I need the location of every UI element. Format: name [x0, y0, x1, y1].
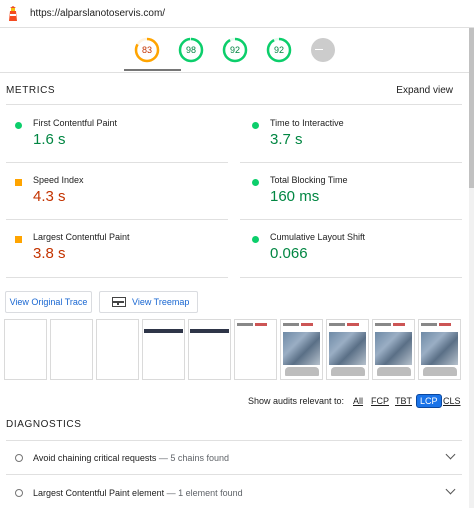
filmstrip-frame — [372, 319, 415, 380]
filmstrip-frame — [188, 319, 231, 380]
filmstrip-frame — [4, 319, 47, 380]
divider — [6, 162, 228, 163]
metric-label: Speed Index — [33, 175, 84, 185]
pwa-dash-icon — [315, 49, 323, 50]
pass-circle-icon — [252, 236, 259, 243]
view-treemap-button[interactable]: View Treemap — [99, 291, 198, 313]
filter-cls[interactable]: CLS — [443, 396, 461, 406]
filmstrip-frame — [96, 319, 139, 380]
metric-value: 160 ms — [270, 188, 320, 205]
filter-lcp[interactable]: LCP — [416, 394, 442, 408]
diagnostics-section-title: DIAGNOSTICS — [6, 419, 82, 430]
gauge-performance[interactable]: 83 — [133, 36, 161, 64]
gauge-seo[interactable]: 92 — [265, 36, 293, 64]
metric-value: 3.8 s — [33, 245, 66, 262]
lighthouse-icon — [6, 5, 20, 22]
audit-detail: — 5 chains found — [158, 453, 229, 463]
divider — [240, 162, 462, 163]
audit-lcp-element[interactable]: Largest Contentful Paint element — 1 ele… — [0, 480, 474, 508]
metric-label: Total Blocking Time — [270, 175, 348, 185]
gauge-accessibility[interactable]: 98 — [177, 36, 205, 64]
gauge-score: 83 — [141, 45, 152, 55]
gauge-score: 98 — [185, 45, 196, 55]
filter-label: Show audits relevant to: — [248, 396, 345, 406]
button-label: View Original Trace — [9, 297, 88, 307]
metric-value: 4.3 s — [33, 188, 66, 205]
metric-label: Cumulative Layout Shift — [270, 232, 366, 242]
audit-title-line: Largest Contentful Paint element — 1 ele… — [33, 488, 243, 498]
divider — [0, 72, 474, 73]
metric-label: First Contentful Paint — [33, 118, 118, 128]
filmstrip-frame — [50, 319, 93, 380]
gauge-score: 92 — [229, 45, 240, 55]
divider — [6, 277, 228, 278]
metrics-section-title: METRICS — [6, 85, 56, 96]
view-original-trace-button[interactable]: View Original Trace — [5, 291, 92, 313]
gauge-best-practices[interactable]: 92 — [221, 36, 249, 64]
filter-fcp[interactable]: FCP — [371, 396, 389, 406]
divider — [240, 277, 462, 278]
filmstrip-frame — [234, 319, 277, 380]
scrollbar[interactable] — [469, 28, 474, 508]
expand-view-toggle[interactable]: Expand view — [396, 85, 453, 96]
url-bar: https://alparslanotoservis.com/ — [0, 0, 474, 28]
metric-value: 1.6 s — [33, 131, 66, 148]
chevron-down-icon[interactable] — [445, 449, 456, 460]
page-url[interactable]: https://alparslanotoservis.com/ — [30, 8, 165, 19]
chevron-down-icon[interactable] — [445, 484, 456, 495]
button-label: View Treemap — [132, 297, 190, 307]
scrollbar-thumb[interactable] — [469, 28, 474, 188]
pass-circle-icon — [252, 122, 259, 129]
informative-circle-icon — [15, 454, 23, 462]
filmstrip-frame — [142, 319, 185, 380]
gauge-score: 92 — [273, 45, 284, 55]
filmstrip — [4, 319, 464, 381]
gauge-pwa[interactable] — [309, 36, 337, 64]
audit-title-line: Avoid chaining critical requests — 5 cha… — [33, 453, 229, 463]
divider — [6, 104, 462, 105]
audit-detail: — 1 element found — [166, 488, 243, 498]
pass-circle-icon — [15, 122, 22, 129]
metric-value: 0.066 — [270, 245, 308, 262]
average-square-icon — [15, 236, 22, 243]
filmstrip-frame — [326, 319, 369, 380]
filter-all[interactable]: All — [353, 396, 363, 406]
active-gauge-indicator — [124, 69, 181, 71]
average-square-icon — [15, 179, 22, 186]
informative-circle-icon — [15, 489, 23, 497]
filter-tbt[interactable]: TBT — [395, 396, 412, 406]
divider — [6, 219, 228, 220]
audit-title: Avoid chaining critical requests — [33, 453, 157, 463]
pass-circle-icon — [252, 179, 259, 186]
divider — [6, 440, 462, 441]
metric-value: 3.7 s — [270, 131, 303, 148]
divider — [240, 219, 462, 220]
divider — [6, 474, 462, 475]
metric-label: Time to Interactive — [270, 118, 344, 128]
treemap-icon — [112, 297, 126, 307]
filmstrip-frame — [418, 319, 461, 380]
filmstrip-frame — [280, 319, 323, 380]
metric-label: Largest Contentful Paint — [33, 232, 130, 242]
audit-title: Largest Contentful Paint element — [33, 488, 165, 498]
audit-critical-request-chains[interactable]: Avoid chaining critical requests — 5 cha… — [0, 445, 474, 473]
score-gauges: 83 98 92 92 — [0, 30, 474, 72]
